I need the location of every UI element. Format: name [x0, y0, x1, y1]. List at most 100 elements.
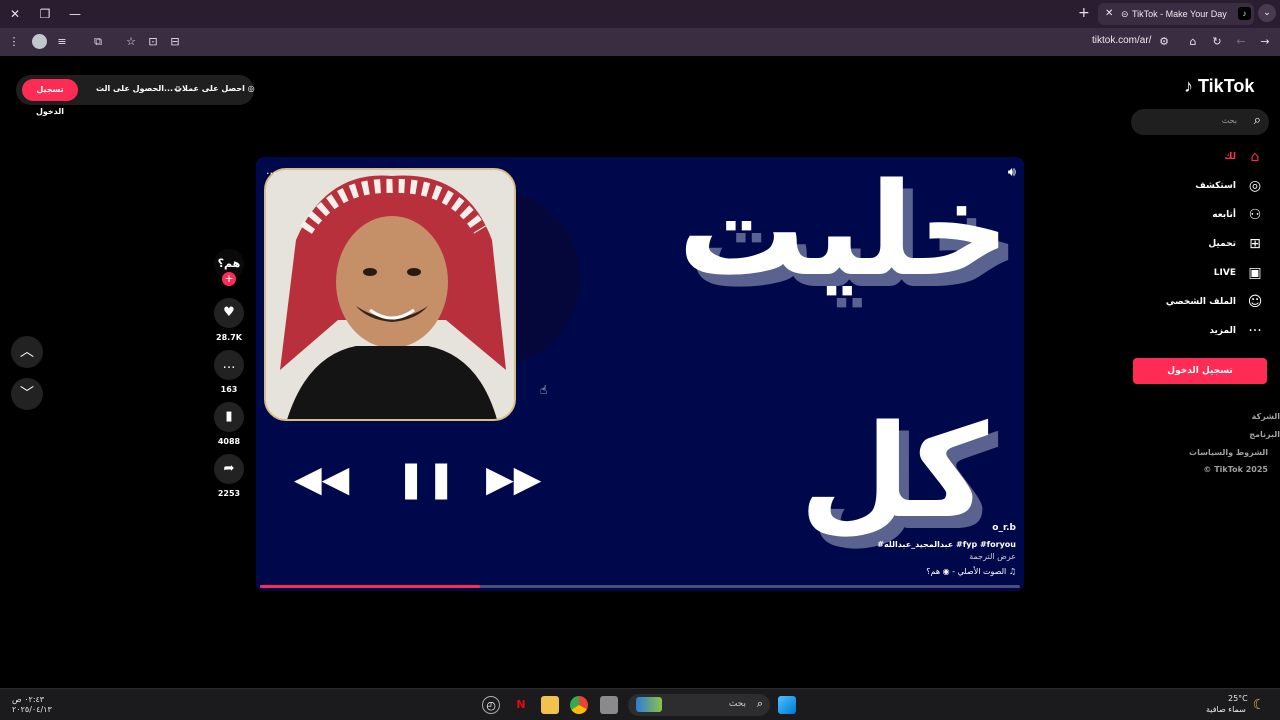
video-caption[interactable]: #عبدالمجيد_عبدالله #fyp #foryou — [877, 540, 1016, 549]
search-highlight-image — [636, 697, 662, 712]
file-explorer-icon[interactable] — [541, 696, 559, 714]
address-bar[interactable]: tiktok.com/ar/ — [1092, 35, 1151, 46]
tab-close-icon[interactable]: ✕ — [1105, 3, 1113, 25]
nav-live[interactable]: LIVE ▣ — [1146, 264, 1266, 284]
reading-list-icon[interactable]: ≡ — [54, 34, 70, 50]
bookmark-icon[interactable]: ▮ — [214, 402, 244, 432]
footer-terms[interactable]: الشروط والسياسات — [1189, 448, 1268, 457]
bookmark-count: 4088 — [217, 437, 241, 446]
nav-label: أتابعه — [1212, 210, 1236, 220]
windows-start-icon[interactable] — [778, 696, 796, 714]
live-icon: ▣ — [1248, 265, 1262, 281]
lyric-word-top: خليت — [677, 157, 1010, 305]
more-icon: ··· — [1248, 323, 1262, 339]
comment-action: … 163 — [214, 350, 244, 394]
get-coins-button[interactable]: احصل على عملات ◎ — [174, 84, 255, 93]
see-translation-link[interactable]: عرض الترجمة — [969, 552, 1016, 561]
nav-profile[interactable]: الملف الشخصي ☺ — [1146, 293, 1266, 313]
moon-icon: ☾ — [1252, 697, 1266, 713]
share-count: 2253 — [217, 489, 241, 498]
nav-following[interactable]: أتابعه ⚇ — [1146, 206, 1266, 226]
compass-icon: ◎ — [1248, 178, 1262, 194]
footer-company[interactable]: الشركة — [1252, 412, 1280, 421]
top-actions-bar: تسجيل الدخول الحصول على الت... ▯ احصل عل… — [16, 75, 255, 116]
share-icon[interactable]: ➦ — [214, 454, 244, 484]
comment-icon[interactable]: … — [214, 350, 244, 380]
upload-icon: ⊞ — [1249, 236, 1261, 252]
tab-search-icon[interactable]: ⌄ — [1258, 4, 1276, 22]
pause-icon: ❚❚ — [396, 459, 457, 500]
fast-forward-icon: ▶▶ — [486, 459, 542, 500]
heart-icon[interactable]: ♥ — [214, 298, 244, 328]
follow-plus-icon[interactable]: + — [222, 272, 236, 286]
nav-label: استكشف — [1195, 181, 1236, 191]
get-app-button[interactable]: الحصول على الت... ▯ — [96, 84, 180, 93]
search-bar[interactable]: بحث ⌕ — [1131, 109, 1269, 135]
tiktok-logo[interactable]: ♪ TikTok — [1184, 76, 1254, 97]
tiktok-page: تسجيل الدخول الحصول على الت... ▯ احصل عل… — [0, 56, 1280, 688]
logo-text: TikTok — [1198, 76, 1255, 96]
taskbar-search[interactable]: بحث ⌕ — [628, 694, 770, 716]
taskbar-date[interactable]: ٢٠٢٥/٠٤/١٣ — [12, 705, 52, 714]
profile-avatar[interactable] — [32, 34, 47, 49]
search-icon[interactable]: ⌕ — [1254, 113, 1261, 128]
app-window-icon[interactable] — [600, 696, 618, 714]
video-progress-fill — [260, 585, 481, 588]
nav-label: الملف الشخصي — [1165, 297, 1236, 307]
site-settings-icon[interactable]: ⚙ — [1156, 34, 1172, 50]
nav-explore[interactable]: استكشف ◎ — [1146, 177, 1266, 197]
taskbar-time[interactable]: ٠٢:٤٣ ص — [12, 695, 44, 704]
minimize-icon[interactable]: — — [66, 5, 84, 23]
footer-copyright: © TikTok 2025 — [1203, 465, 1268, 474]
weather-temperature[interactable]: 25°C — [1228, 694, 1248, 703]
forward-icon[interactable]: ← — [1233, 34, 1249, 50]
home-button-icon[interactable]: ⌂ — [1185, 34, 1201, 50]
reload-icon[interactable]: ↻ — [1209, 34, 1225, 50]
browser-toolbar: ⋮ ≡ ⧉ ☆ ⊡ ⊟ tiktok.com/ar/ ⚙ ⌂ ↻ ← → — [0, 28, 1280, 56]
browser-tab[interactable]: ✕ ⊝ TikTok - Make Your Day ♪ — [1098, 3, 1254, 25]
chevron-up-icon: ︿ — [20, 344, 34, 360]
login-button[interactable]: تسجيل الدخول — [22, 79, 78, 116]
home-icon: ⌂ — [1250, 149, 1260, 165]
screenshot-icon[interactable]: ⊡ — [145, 34, 161, 50]
video-player[interactable]: ··· 🔊︎ خليت كل ◀◀ ❚❚ ▶▶ o_r.b #عبدالمجيد… — [256, 157, 1024, 591]
close-icon[interactable]: ✕ — [6, 5, 24, 23]
chrome-icon[interactable] — [570, 696, 588, 714]
portrait-image — [266, 170, 514, 419]
restore-icon[interactable]: ❐ — [36, 5, 54, 23]
install-app-icon[interactable]: ⊟ — [167, 34, 183, 50]
more-options-icon[interactable]: ··· — [266, 167, 277, 180]
netflix-icon[interactable]: N — [512, 696, 530, 714]
taskbar-search-placeholder: بحث — [728, 699, 746, 709]
weather-condition[interactable]: سماء صافية — [1206, 705, 1246, 714]
new-tab-button[interactable]: + — [1078, 5, 1090, 21]
sidebar-login-button[interactable]: تسجيل الدخول — [1133, 358, 1267, 384]
tiktok-note-icon: ♪ — [1184, 76, 1193, 96]
tab-title: TikTok - Make Your Day — [1132, 9, 1227, 19]
next-video-button[interactable]: ﹀ — [11, 378, 43, 410]
menu-dots-icon[interactable]: ⋮ — [6, 34, 22, 50]
nav-label: المزيد — [1209, 326, 1236, 336]
nav-for-you[interactable]: لك ⌂ — [1146, 148, 1266, 168]
video-sound[interactable]: الصوت الأصلي - ◉ هم؟ ♫ — [926, 567, 1016, 576]
back-icon[interactable]: → — [1257, 34, 1273, 50]
music-note-icon: ♫ — [1008, 567, 1016, 576]
video-username[interactable]: o_r.b — [992, 523, 1016, 533]
following-icon: ⚇ — [1248, 207, 1262, 223]
album-cover-photo — [264, 168, 516, 421]
bookmark-action: ▮ 4088 — [214, 402, 244, 446]
profile-icon: ☺ — [1247, 294, 1263, 310]
nav-label: تحميل — [1208, 239, 1236, 249]
clock-app-icon[interactable]: ◴ — [482, 696, 500, 714]
tiktok-icon: ♪ — [1238, 7, 1251, 20]
lyric-word-bottom: كل — [799, 398, 988, 547]
bookmark-star-icon[interactable]: ☆ — [123, 34, 139, 50]
hand-cursor-icon: ☝ — [540, 383, 548, 397]
footer-program[interactable]: البرنامج — [1249, 430, 1280, 439]
video-progress-bar[interactable] — [260, 585, 1020, 588]
nav-upload[interactable]: تحميل ⊞ — [1146, 235, 1266, 255]
previous-video-button[interactable]: ︿ — [11, 336, 43, 368]
nav-more[interactable]: المزيد ··· — [1146, 322, 1266, 342]
comment-count: 163 — [220, 385, 238, 394]
extensions-icon[interactable]: ⧉ — [90, 34, 106, 50]
